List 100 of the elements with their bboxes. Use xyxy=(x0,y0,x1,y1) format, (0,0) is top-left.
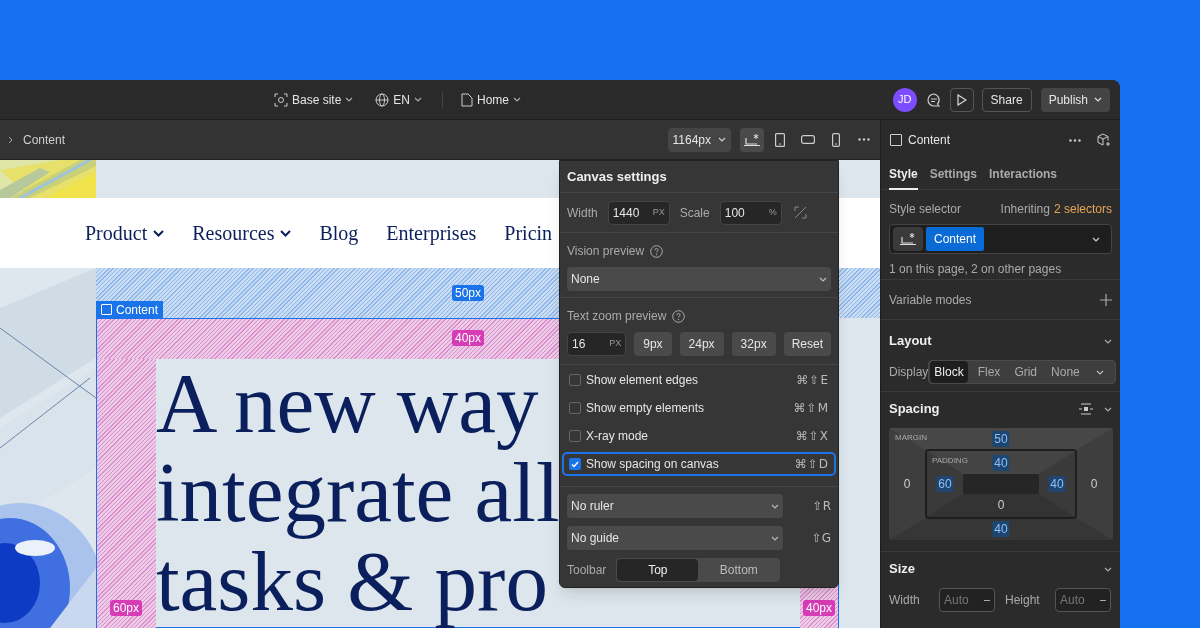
section-label: Variable modes xyxy=(889,291,973,309)
checkbox[interactable] xyxy=(569,430,581,442)
number-field[interactable]: 16 PX xyxy=(567,332,627,356)
square-icon xyxy=(101,304,112,315)
play-icon xyxy=(956,93,967,106)
setting-label: Show element edges xyxy=(586,372,700,389)
chevron-down-icon xyxy=(1104,566,1112,572)
width-dropdown[interactable]: 1164px xyxy=(667,127,731,152)
segment-option[interactable]: None xyxy=(1047,361,1084,383)
page-selector[interactable]: Home xyxy=(461,90,522,109)
checkbox[interactable] xyxy=(569,374,581,386)
headline: A new way integrate all tasks & pro xyxy=(156,359,560,626)
element-name: Content xyxy=(908,132,952,149)
comment-icon[interactable] xyxy=(925,91,942,108)
setting-row[interactable]: Show spacing on canvas ⌘⇧D xyxy=(562,452,836,476)
chevron-down-icon xyxy=(718,137,726,142)
spacing-value[interactable]: 50 xyxy=(992,431,1010,447)
class-chip[interactable] xyxy=(893,227,923,251)
breadcrumb-item[interactable]: Content xyxy=(23,130,66,149)
setting-label: X-ray mode xyxy=(586,428,650,445)
field-label: Toolbar xyxy=(567,562,607,579)
setting-row[interactable]: Show element edges ⌘⇧E xyxy=(562,368,836,392)
panel-tab[interactable]: Style xyxy=(889,160,918,190)
desktop-star-icon xyxy=(743,132,761,147)
segment-option[interactable]: Block xyxy=(930,361,968,383)
preset-button[interactable]: 32px xyxy=(731,332,776,356)
spacing-value[interactable]: 0 xyxy=(995,497,1007,513)
selector-note: 1 on this page, 2 on other pages xyxy=(889,261,1063,278)
class-chip[interactable]: Content xyxy=(926,227,985,251)
nav-link[interactable]: Resources xyxy=(192,218,292,248)
check-icon xyxy=(571,460,579,468)
reset-button[interactable]: Reset xyxy=(783,332,831,356)
selectors-link[interactable]: 2 selectors xyxy=(1053,200,1112,218)
select-dropdown[interactable]: None xyxy=(567,267,831,291)
chevron-down-icon xyxy=(345,97,354,102)
site-selector[interactable]: Base site xyxy=(274,90,354,109)
checkbox[interactable] xyxy=(569,402,581,414)
field-label: Display xyxy=(889,364,929,381)
nav-link[interactable]: Product xyxy=(85,218,165,248)
segment-option[interactable]: Grid xyxy=(1010,361,1042,383)
segment-option[interactable]: Bottom xyxy=(698,559,780,581)
spacing-icon[interactable] xyxy=(1078,403,1094,415)
chevron-down-icon xyxy=(1095,369,1104,375)
chevron-down-icon xyxy=(1104,338,1112,344)
share-button[interactable]: Share xyxy=(981,87,1032,112)
padding-label: PADDING xyxy=(932,455,968,467)
number-field[interactable]: 100 % xyxy=(719,200,782,225)
help-icon[interactable] xyxy=(650,244,664,258)
setting-row[interactable]: Show empty elements ⌘⇧M xyxy=(562,396,836,420)
shortcut-label: ⇧R xyxy=(812,498,831,515)
nav-link[interactable]: Blog xyxy=(319,218,359,248)
target-icon xyxy=(274,92,288,107)
shortcut-label: ⌘⇧E xyxy=(796,372,829,389)
panel-tab[interactable]: Settings xyxy=(929,160,978,190)
expand-icon[interactable] xyxy=(793,206,807,219)
tablet-icon xyxy=(775,132,785,147)
spacing-label: 40px xyxy=(803,600,836,616)
preset-button[interactable]: 24px xyxy=(679,332,724,356)
preset-button[interactable]: 9px xyxy=(634,332,672,356)
more-icon[interactable] xyxy=(858,138,870,141)
field-label: Scale xyxy=(679,204,710,222)
setting-row[interactable]: X-ray mode ⌘⇧X xyxy=(562,424,836,448)
locale-selector[interactable]: EN xyxy=(375,90,423,109)
spacing-value[interactable]: 60 xyxy=(936,476,954,492)
panel-tab[interactable]: Interactions xyxy=(989,160,1058,190)
inheriting-label: Inheriting xyxy=(1000,201,1050,218)
chevron-down-icon xyxy=(1094,97,1102,102)
segment-option[interactable]: Flex xyxy=(973,361,1005,383)
spacing-value[interactable]: 40 xyxy=(992,455,1010,471)
device-button[interactable] xyxy=(740,127,764,152)
chevron-down-icon xyxy=(771,535,779,541)
user-avatar[interactable]: JD xyxy=(892,87,917,112)
spacing-value[interactable]: 0 xyxy=(901,476,913,492)
nav-link[interactable]: Pricin xyxy=(504,218,553,248)
number-field[interactable]: 1440 PX xyxy=(607,200,670,225)
publish-button[interactable]: Publish xyxy=(1040,87,1110,112)
section-title: Layout xyxy=(889,332,933,351)
nav-link[interactable]: Enterprises xyxy=(386,218,477,248)
help-icon[interactable] xyxy=(672,309,686,323)
spacing-value[interactable]: 0 xyxy=(1088,476,1100,492)
checkbox[interactable] xyxy=(569,458,581,470)
phone-landscape-icon xyxy=(801,135,815,144)
segment-option[interactable]: Top xyxy=(617,559,699,581)
popover-title: Canvas settings xyxy=(567,167,667,186)
plus-icon[interactable] xyxy=(1100,293,1112,306)
section-label: Text zoom preview xyxy=(567,308,667,325)
spacing-value[interactable]: 40 xyxy=(1048,476,1066,492)
size-field[interactable]: Auto xyxy=(1055,588,1111,612)
spacing-value[interactable]: 40 xyxy=(992,521,1010,537)
chevron-down-icon xyxy=(819,276,827,282)
select-dropdown[interactable]: No ruler xyxy=(567,494,783,518)
more-icon[interactable] xyxy=(1069,138,1081,142)
chevron-down-icon xyxy=(1092,236,1100,242)
preview-button[interactable] xyxy=(949,87,974,112)
element-tag[interactable]: Content xyxy=(96,301,164,318)
cube-plus-icon[interactable] xyxy=(1097,133,1111,147)
selector-field[interactable]: Content xyxy=(889,224,1112,254)
setting-label: Show empty elements xyxy=(586,400,706,417)
select-dropdown[interactable]: No guide xyxy=(567,526,783,550)
size-field[interactable]: Auto xyxy=(939,588,995,612)
